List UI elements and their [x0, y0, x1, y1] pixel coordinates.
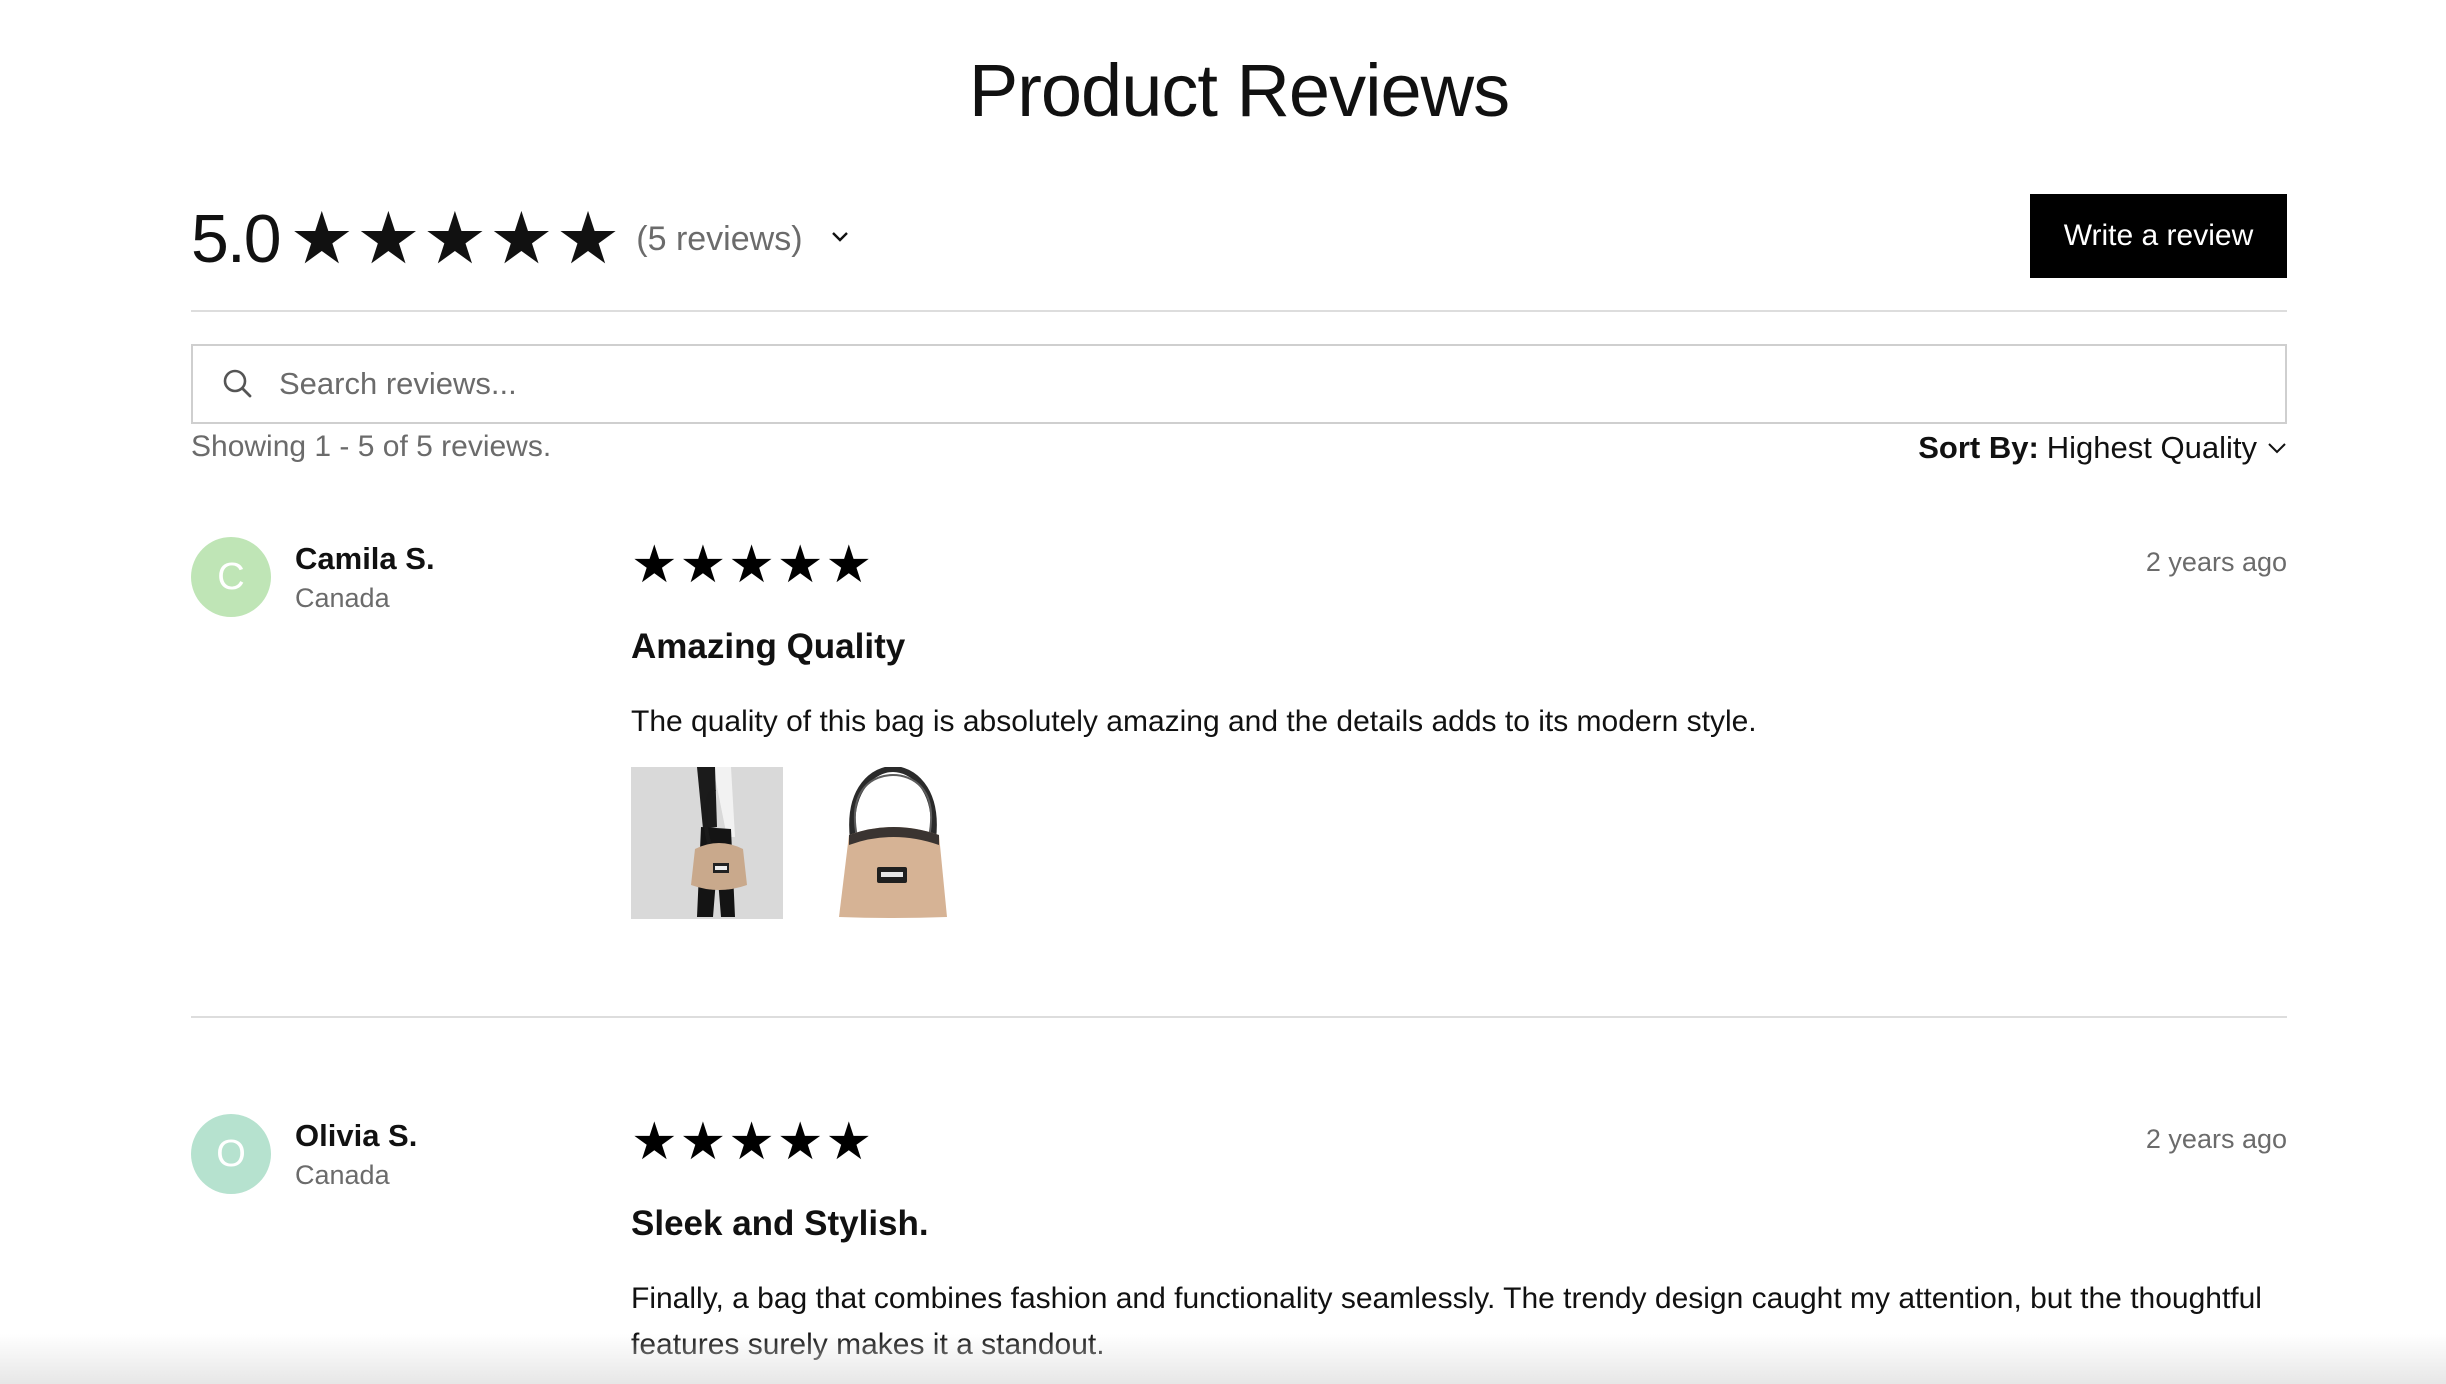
chevron-down-icon: [2268, 443, 2286, 454]
review-stars: ★★★★★: [631, 536, 875, 594]
reviews-widget: Product Reviews 5.0 ★★★★★ (5 reviews) Wr…: [191, 0, 2287, 1384]
results-count: Showing 1 - 5 of 5 reviews.: [191, 430, 552, 463]
bottom-fade: [0, 1334, 2446, 1384]
search-box[interactable]: [191, 344, 2287, 424]
average-rating: 5.0: [191, 201, 282, 277]
reviewer-location: Canada: [295, 1160, 390, 1190]
review-title: Amazing Quality: [631, 627, 906, 666]
search-input[interactable]: [277, 365, 2285, 403]
chevron-down-icon[interactable]: [831, 231, 849, 243]
reviewer-name: Olivia S.: [295, 1118, 418, 1153]
review-item: C Camila S. Canada ★★★★★ 2 years ago Ama…: [191, 537, 2287, 937]
person-holding-bag-photo[interactable]: [631, 767, 783, 919]
write-review-button[interactable]: Write a review: [2030, 194, 2287, 278]
divider: [191, 1016, 2287, 1018]
search-icon: [223, 369, 252, 398]
review-photos: [631, 767, 969, 919]
review-date: 2 years ago: [2145, 547, 2287, 577]
review-date: 2 years ago: [2145, 1124, 2287, 1154]
avatar: C: [191, 537, 271, 617]
page-title: Product Reviews: [968, 49, 1510, 132]
tan-hobo-bag-photo[interactable]: [817, 767, 969, 919]
divider: [191, 310, 2287, 312]
sort-dropdown[interactable]: Sort By: Highest Quality: [1918, 430, 2287, 466]
avatar: O: [191, 1114, 271, 1194]
review-count[interactable]: (5 reviews): [636, 220, 802, 259]
review-title: Sleek and Stylish.: [631, 1204, 929, 1243]
review-stars: ★★★★★: [631, 1113, 875, 1171]
reviewer-location: Canada: [295, 583, 390, 613]
rating-summary: 5.0 ★★★★★ (5 reviews): [191, 194, 849, 284]
average-stars: ★★★★★: [289, 199, 623, 279]
sort-value: Highest Quality: [2046, 430, 2257, 465]
sort-label: Sort By:: [1918, 430, 2039, 465]
review-body: The quality of this bag is absolutely am…: [631, 705, 1757, 738]
reviewer-name: Camila S.: [295, 541, 435, 576]
